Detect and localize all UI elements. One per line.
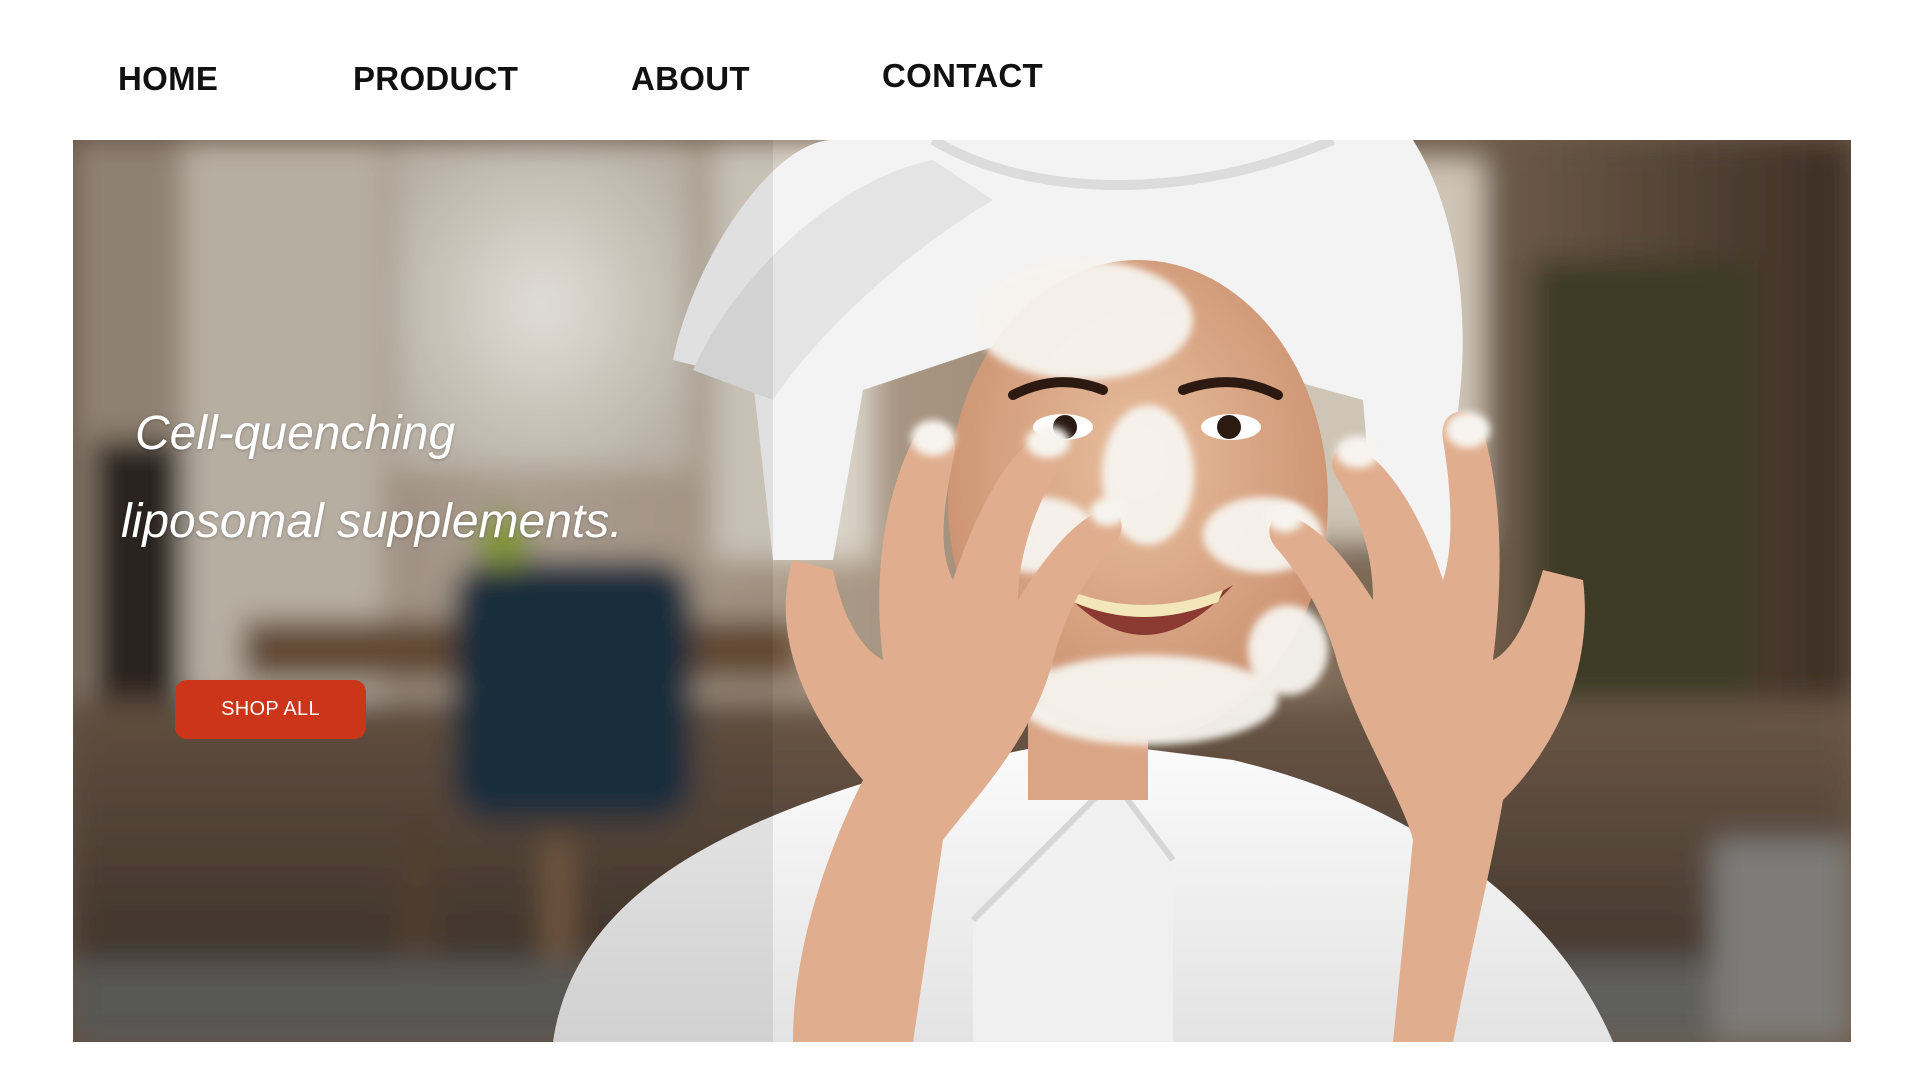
hero-headline-line2: liposomal supplements. (121, 495, 623, 548)
nav-link-about[interactable]: ABOUT (631, 60, 750, 98)
hero-headline-line1: Cell-quenching (135, 407, 456, 460)
nav-link-home[interactable]: HOME (118, 60, 218, 98)
top-nav: HOME PRODUCT ABOUT CONTACT (0, 0, 1920, 140)
nav-link-product[interactable]: PRODUCT (353, 60, 518, 98)
page: HOME PRODUCT ABOUT CONTACT Cell-quenchin… (0, 0, 1920, 1080)
hero-photo (73, 140, 1851, 1042)
nav-link-contact[interactable]: CONTACT (882, 57, 1043, 95)
hero-banner: Cell-quenching liposomal supplements. SH… (73, 140, 1851, 1042)
hero-headline: Cell-quenching liposomal supplements. (121, 390, 623, 566)
shop-all-button[interactable]: SHOP ALL (175, 680, 366, 739)
